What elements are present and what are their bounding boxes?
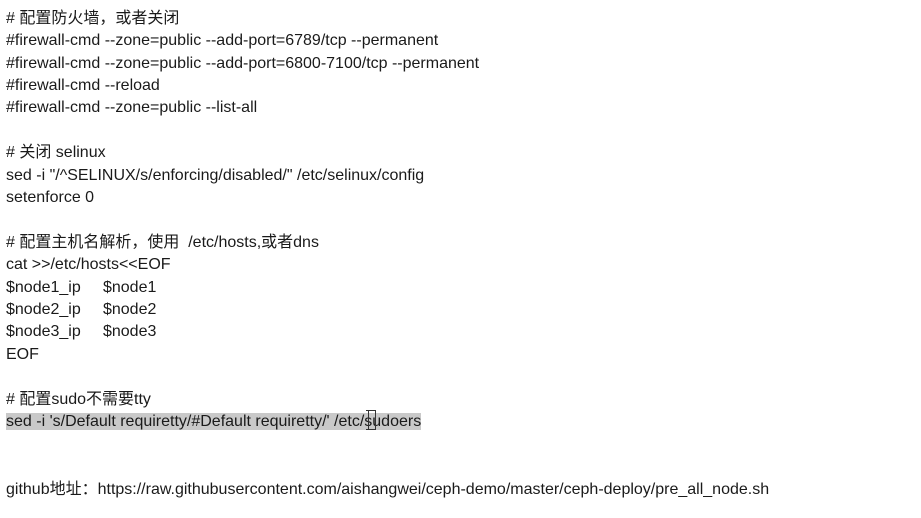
comment-sudo: # 配置sudo不需要tty — [6, 391, 151, 408]
comment-hosts: # 配置主机名解析，使用 /etc/hosts,或者dns — [6, 234, 319, 251]
comment-firewall: # 配置防火墙，或者关闭 — [6, 10, 180, 27]
github-link-line[interactable]: github地址：https://raw.githubusercontent.c… — [6, 480, 769, 500]
code-line: setenforce 0 — [6, 189, 95, 206]
code-line: $node2_ip $node2 — [6, 301, 157, 318]
selection-highlight[interactable]: sed -i 's/Default requiretty/#Default re… — [6, 413, 422, 430]
code-line: sed -i "/^SELINUX/s/enforcing/disabled/"… — [6, 167, 425, 184]
comment-selinux: # 关闭 selinux — [6, 144, 106, 161]
code-line: cat >>/etc/hosts<<EOF — [6, 256, 171, 273]
text-cursor-icon — [366, 410, 376, 430]
code-line: EOF — [6, 346, 39, 363]
code-line: #firewall-cmd --zone=public --add-port=6… — [6, 55, 480, 72]
code-line: #firewall-cmd --zone=public --list-all — [6, 99, 258, 116]
code-line: $node3_ip $node3 — [6, 323, 157, 340]
code-line: #firewall-cmd --zone=public --add-port=6… — [6, 32, 439, 49]
code-line: $node1_ip $node1 — [6, 279, 157, 296]
code-line-selected[interactable]: sed -i 's/Default requiretty/#Default re… — [6, 412, 422, 432]
code-line: #firewall-cmd --reload — [6, 77, 160, 94]
